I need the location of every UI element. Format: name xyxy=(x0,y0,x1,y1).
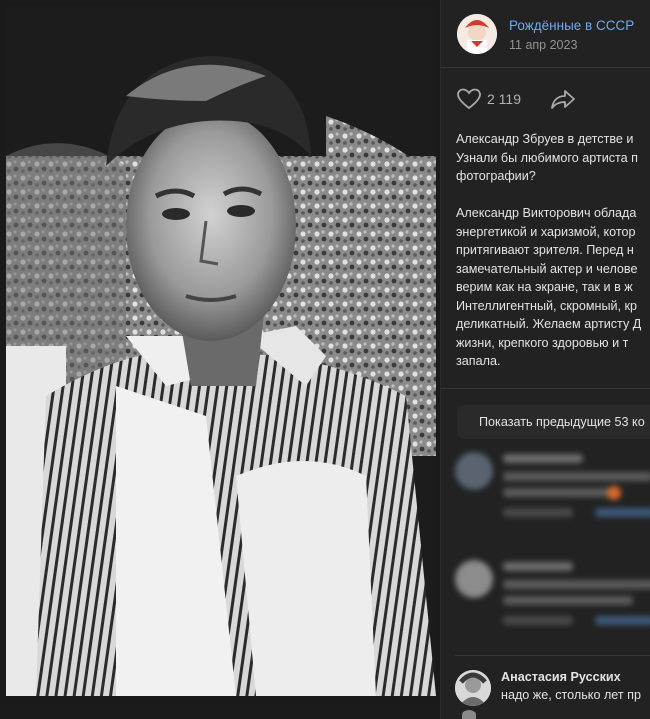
comment-text: надо же, столько лет пр xyxy=(501,688,641,702)
post-text-line: замечательный актер и челове xyxy=(456,261,638,276)
post-text-line: деликатный. Желаем артисту Д xyxy=(456,317,642,331)
share-button[interactable] xyxy=(551,86,575,112)
post-photo[interactable] xyxy=(6,6,436,696)
post-text-line: Интеллигентный, скромный, кр xyxy=(456,298,638,313)
comment-divider xyxy=(455,655,650,656)
post-text-line: жизни, крепкого здоровью и т xyxy=(456,335,629,350)
group-name-link[interactable]: Рождённые в СССР xyxy=(509,18,634,33)
blurred-comment xyxy=(455,560,650,630)
header-divider xyxy=(441,67,650,68)
post-text-line: притягивают зрителя. Перед н xyxy=(456,243,634,257)
show-previous-comments-button[interactable]: Показать предыдущие 53 ко xyxy=(457,405,650,439)
post-date[interactable]: 11 апр 2023 xyxy=(509,38,577,52)
blurred-avatar xyxy=(455,452,493,490)
post-text-line: запала. xyxy=(456,354,501,368)
post-text-line: энергетикой и харизмой, котор xyxy=(456,224,636,239)
blurred-avatar xyxy=(455,560,493,598)
share-arrow-icon xyxy=(551,90,575,109)
like-button[interactable]: 2 119 xyxy=(457,86,521,112)
post-text-line: Узнали бы любимого артиста п xyxy=(456,150,638,165)
text-divider xyxy=(441,388,650,389)
group-avatar[interactable] xyxy=(457,14,497,54)
boy-portrait-photo xyxy=(6,6,436,696)
photo-viewer xyxy=(0,0,440,704)
post-actions: 2 119 xyxy=(457,86,650,112)
post-text-line: фотографии? xyxy=(456,169,536,183)
show-previous-label: Показать предыдущие 53 ко xyxy=(479,415,645,429)
heart-icon xyxy=(457,88,481,110)
reply-avatar xyxy=(462,710,476,719)
post-text: Александр Збруев в детстве и Узнали бы л… xyxy=(456,130,650,371)
commenter-avatar[interactable] xyxy=(455,670,491,706)
post-header: Рождённые в СССР 11 апр 2023 xyxy=(457,14,650,60)
post-text-line: Александр Викторович облада xyxy=(456,206,637,220)
post-text-line: Александр Збруев в детстве и xyxy=(456,132,634,146)
blurred-comment xyxy=(455,452,650,522)
post-text-line: верим как на экране, так и в ж xyxy=(456,280,633,294)
post-side-panel: Рождённые в СССР 11 апр 2023 2 119 Алекс… xyxy=(440,0,650,719)
comment-author-link[interactable]: Анастасия Русских xyxy=(501,670,621,684)
like-count: 2 119 xyxy=(487,91,521,107)
viewer-bottom-bar xyxy=(0,704,440,719)
comment-item: Анастасия Русских надо же, столько лет п… xyxy=(455,668,650,718)
